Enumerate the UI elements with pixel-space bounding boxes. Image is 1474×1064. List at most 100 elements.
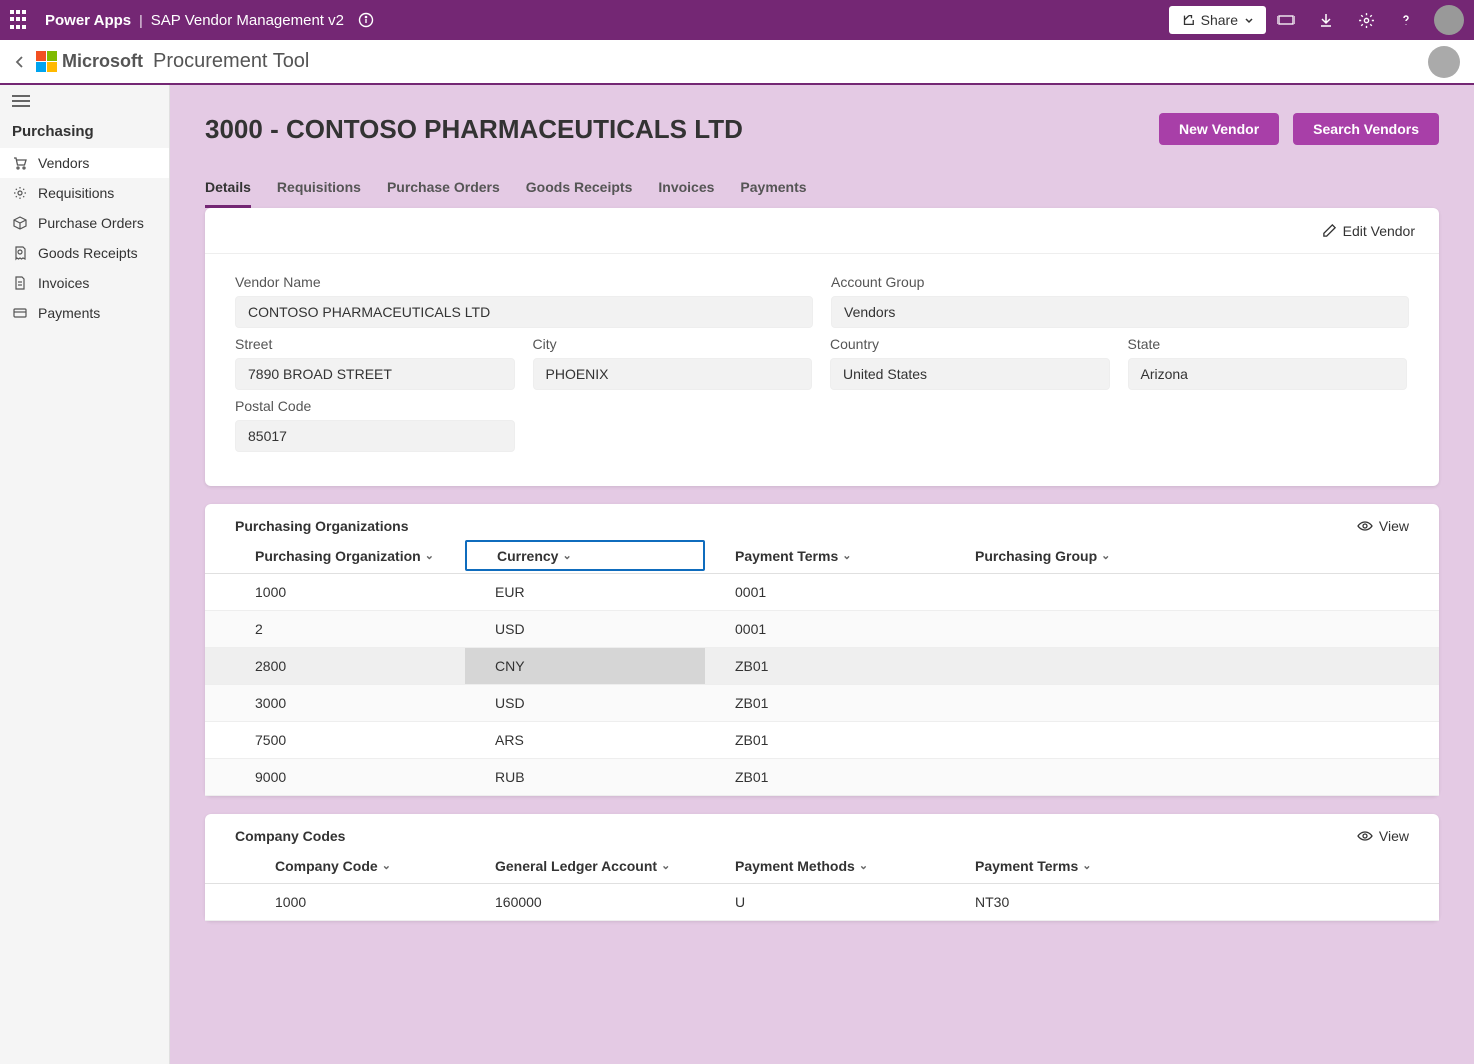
help-icon[interactable] bbox=[1386, 12, 1426, 28]
content: 3000 - CONTOSO PHARMACEUTICALS LTD New V… bbox=[170, 85, 1474, 1064]
cell-payment-terms: 0001 bbox=[705, 611, 945, 647]
value-country: United States bbox=[830, 358, 1110, 390]
header-purch-group[interactable]: Purchasing Group⌄ bbox=[945, 538, 1409, 573]
header-currency[interactable]: Currency⌄ bbox=[465, 540, 705, 571]
cell-currency: CNY bbox=[465, 648, 705, 684]
cell-currency: RUB bbox=[465, 759, 705, 795]
app-separator: | bbox=[139, 12, 143, 28]
package-icon bbox=[12, 215, 28, 231]
download-icon[interactable] bbox=[1306, 12, 1346, 28]
search-vendors-button[interactable]: Search Vendors bbox=[1293, 113, 1439, 145]
label-city: City bbox=[533, 336, 813, 352]
cell-purch-org: 1000 bbox=[225, 574, 465, 610]
details-card: Edit Vendor Vendor Name CONTOSO PHARMACE… bbox=[205, 208, 1439, 486]
sidebar-item-label: Purchase Orders bbox=[38, 215, 144, 231]
tab-goods-receipts[interactable]: Goods Receipts bbox=[526, 179, 633, 208]
value-account-group: Vendors bbox=[831, 296, 1409, 328]
header-cc-payment-terms[interactable]: Payment Terms⌄ bbox=[945, 848, 1409, 883]
brand-name: Microsoft bbox=[62, 51, 143, 72]
cell-payment-terms: ZB01 bbox=[705, 722, 945, 758]
cell-currency: EUR bbox=[465, 574, 705, 610]
cell-purch-org: 2800 bbox=[225, 648, 465, 684]
profile-avatar[interactable] bbox=[1428, 46, 1460, 78]
tabs: Details Requisitions Purchase Orders Goods … bbox=[170, 145, 1474, 208]
share-label: Share bbox=[1201, 12, 1238, 28]
field-city: City PHOENIX bbox=[533, 336, 813, 390]
value-street: 7890 BROAD STREET bbox=[235, 358, 515, 390]
cart-icon bbox=[12, 155, 28, 171]
cell-purch-org: 2 bbox=[225, 611, 465, 647]
info-icon[interactable] bbox=[358, 12, 374, 28]
purch-org-row[interactable]: 7500ARSZB01 bbox=[205, 722, 1439, 759]
cell-purch-group bbox=[945, 685, 1409, 721]
tab-requisitions[interactable]: Requisitions bbox=[277, 179, 361, 208]
cell-currency: USD bbox=[465, 611, 705, 647]
company-codes-title: Company Codes bbox=[235, 828, 1357, 844]
share-button[interactable]: Share bbox=[1169, 6, 1266, 34]
cell-purch-group bbox=[945, 611, 1409, 647]
tab-payments[interactable]: Payments bbox=[740, 179, 806, 208]
field-state: State Arizona bbox=[1128, 336, 1408, 390]
fit-screen-icon[interactable] bbox=[1266, 11, 1306, 29]
sidebar-item-requisitions[interactable]: Requisitions bbox=[0, 178, 169, 208]
edit-vendor-button[interactable]: Edit Vendor bbox=[1322, 223, 1415, 239]
company-code-row[interactable]: 1000160000UNT30 bbox=[205, 884, 1439, 921]
label-account-group: Account Group bbox=[831, 274, 1409, 290]
value-city: PHOENIX bbox=[533, 358, 813, 390]
hamburger-menu[interactable] bbox=[0, 85, 169, 117]
purch-org-row[interactable]: 2USD0001 bbox=[205, 611, 1439, 648]
purch-org-row[interactable]: 1000EUR0001 bbox=[205, 574, 1439, 611]
purch-org-table: Purchasing Organization⌄ Currency⌄ Payme… bbox=[205, 538, 1439, 796]
sidebar-item-label: Goods Receipts bbox=[38, 245, 138, 261]
sidebar-item-purchase-orders[interactable]: Purchase Orders bbox=[0, 208, 169, 238]
cell-payment-terms: ZB01 bbox=[705, 685, 945, 721]
cell-payment-terms: ZB01 bbox=[705, 648, 945, 684]
purch-org-view-button[interactable]: View bbox=[1357, 518, 1409, 534]
purch-org-row[interactable]: 2800CNYZB01 bbox=[205, 648, 1439, 685]
back-button[interactable] bbox=[14, 54, 26, 70]
cell-purch-group bbox=[945, 759, 1409, 795]
new-vendor-button[interactable]: New Vendor bbox=[1159, 113, 1279, 145]
card-icon bbox=[12, 305, 28, 321]
sidebar-item-payments[interactable]: Payments bbox=[0, 298, 169, 328]
cell-purch-org: 7500 bbox=[225, 722, 465, 758]
app-name: SAP Vendor Management v2 bbox=[151, 12, 344, 29]
purch-org-row[interactable]: 3000USDZB01 bbox=[205, 685, 1439, 722]
sidebar-item-label: Payments bbox=[38, 305, 100, 321]
app-launcher-icon[interactable] bbox=[10, 10, 30, 30]
sidebar-item-label: Requisitions bbox=[38, 185, 114, 201]
company-codes-view-button[interactable]: View bbox=[1357, 828, 1409, 844]
tab-details[interactable]: Details bbox=[205, 179, 251, 208]
gear-icon bbox=[12, 185, 28, 201]
tab-invoices[interactable]: Invoices bbox=[658, 179, 714, 208]
header-company-code[interactable]: Company Code⌄ bbox=[225, 848, 465, 883]
header-payment-terms[interactable]: Payment Terms⌄ bbox=[705, 538, 945, 573]
sidebar-item-goods-receipts[interactable]: Goods Receipts bbox=[0, 238, 169, 268]
cell-purch-org: 3000 bbox=[225, 685, 465, 721]
page-title: 3000 - CONTOSO PHARMACEUTICALS LTD bbox=[205, 114, 1145, 145]
sidebar-item-invoices[interactable]: Invoices bbox=[0, 268, 169, 298]
edit-vendor-label: Edit Vendor bbox=[1343, 223, 1415, 239]
cell-purch-org: 9000 bbox=[225, 759, 465, 795]
settings-icon[interactable] bbox=[1346, 12, 1386, 29]
header-general-ledger[interactable]: General Ledger Account⌄ bbox=[465, 848, 705, 883]
header-purch-org[interactable]: Purchasing Organization⌄ bbox=[225, 538, 465, 573]
purch-org-title: Purchasing Organizations bbox=[235, 518, 1357, 534]
topbar: Power Apps | SAP Vendor Management v2 Sh… bbox=[0, 0, 1474, 40]
sidebar-item-label: Invoices bbox=[38, 275, 89, 291]
field-vendor-name: Vendor Name CONTOSO PHARMACEUTICALS LTD bbox=[235, 274, 813, 328]
cell-purch-group bbox=[945, 574, 1409, 610]
cell-purch-group bbox=[945, 648, 1409, 684]
cell-purch-group bbox=[945, 722, 1409, 758]
cell-company-code: 1000 bbox=[225, 884, 465, 920]
user-avatar[interactable] bbox=[1434, 5, 1464, 35]
subheader: Microsoft Procurement Tool bbox=[0, 40, 1474, 85]
sidebar-item-vendors[interactable]: Vendors bbox=[0, 148, 169, 178]
cell-ledger: 160000 bbox=[465, 884, 705, 920]
header-payment-methods[interactable]: Payment Methods⌄ bbox=[705, 848, 945, 883]
label-vendor-name: Vendor Name bbox=[235, 274, 813, 290]
field-postal-code: Postal Code 85017 bbox=[235, 398, 515, 452]
purch-org-row[interactable]: 9000RUBZB01 bbox=[205, 759, 1439, 796]
tab-purchase-orders[interactable]: Purchase Orders bbox=[387, 179, 500, 208]
microsoft-logo-icon bbox=[36, 51, 58, 73]
